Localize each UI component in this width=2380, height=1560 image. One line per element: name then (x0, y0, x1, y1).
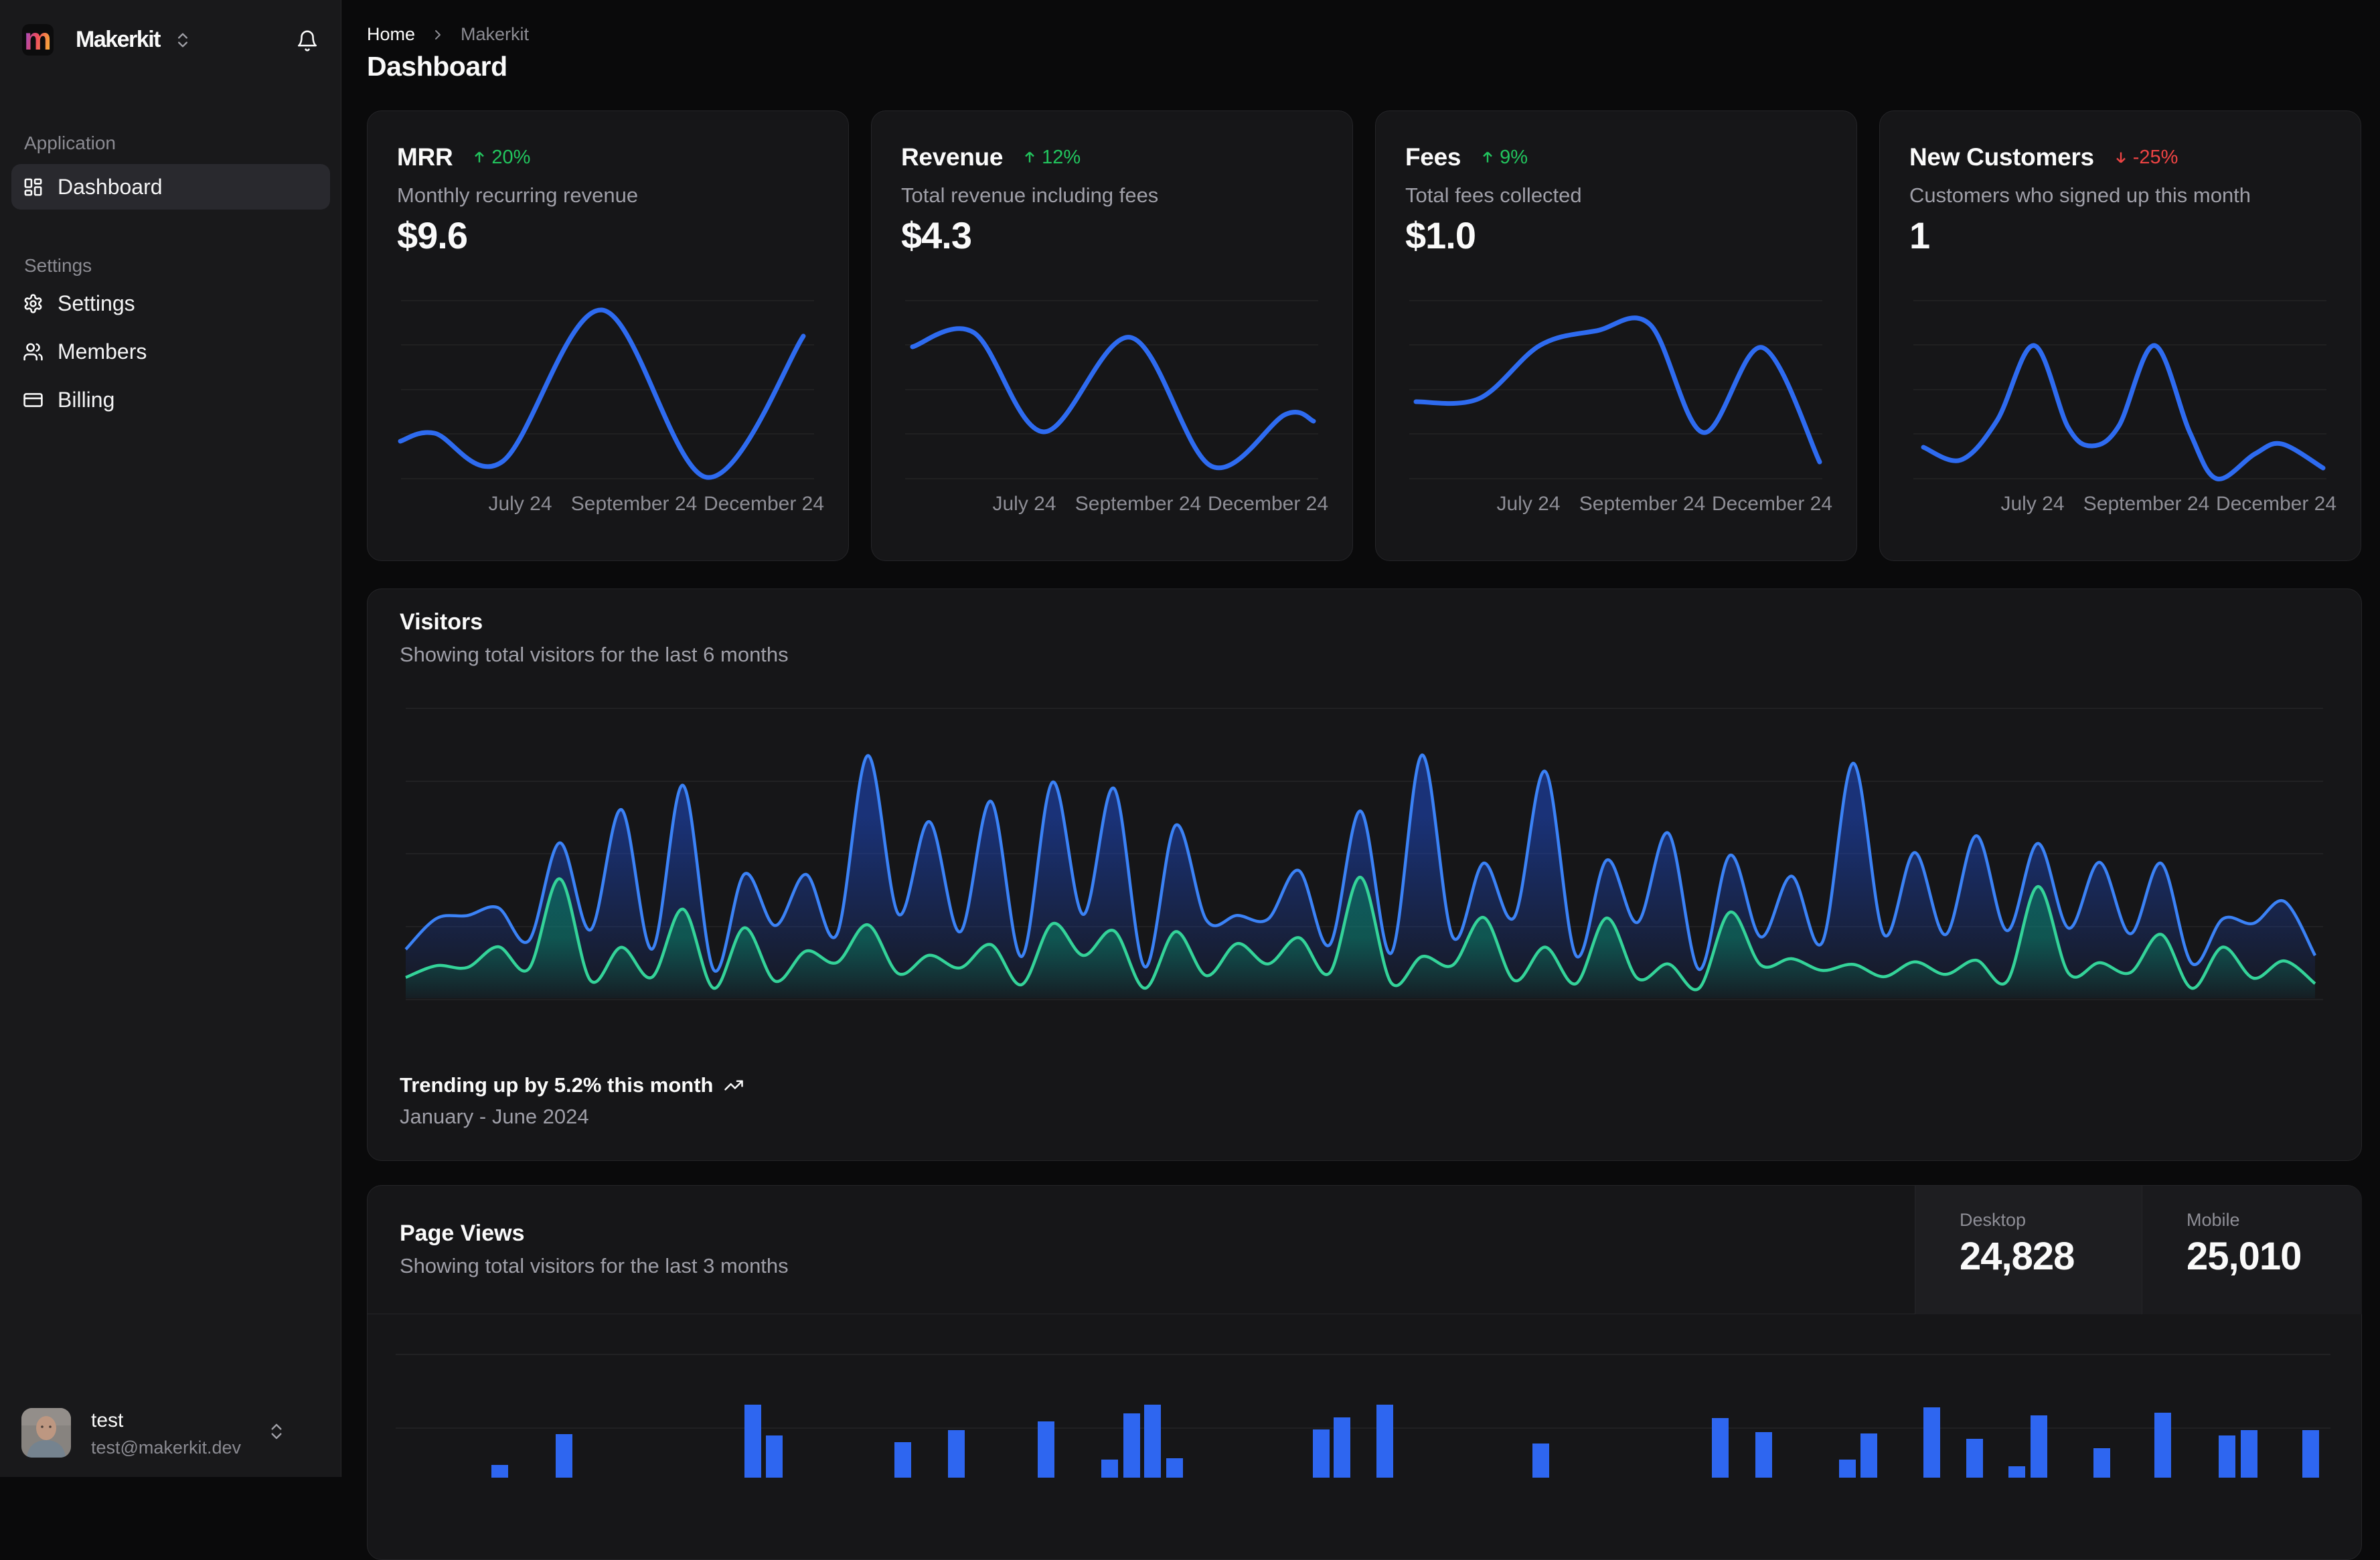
svg-text:m: m (24, 24, 52, 56)
